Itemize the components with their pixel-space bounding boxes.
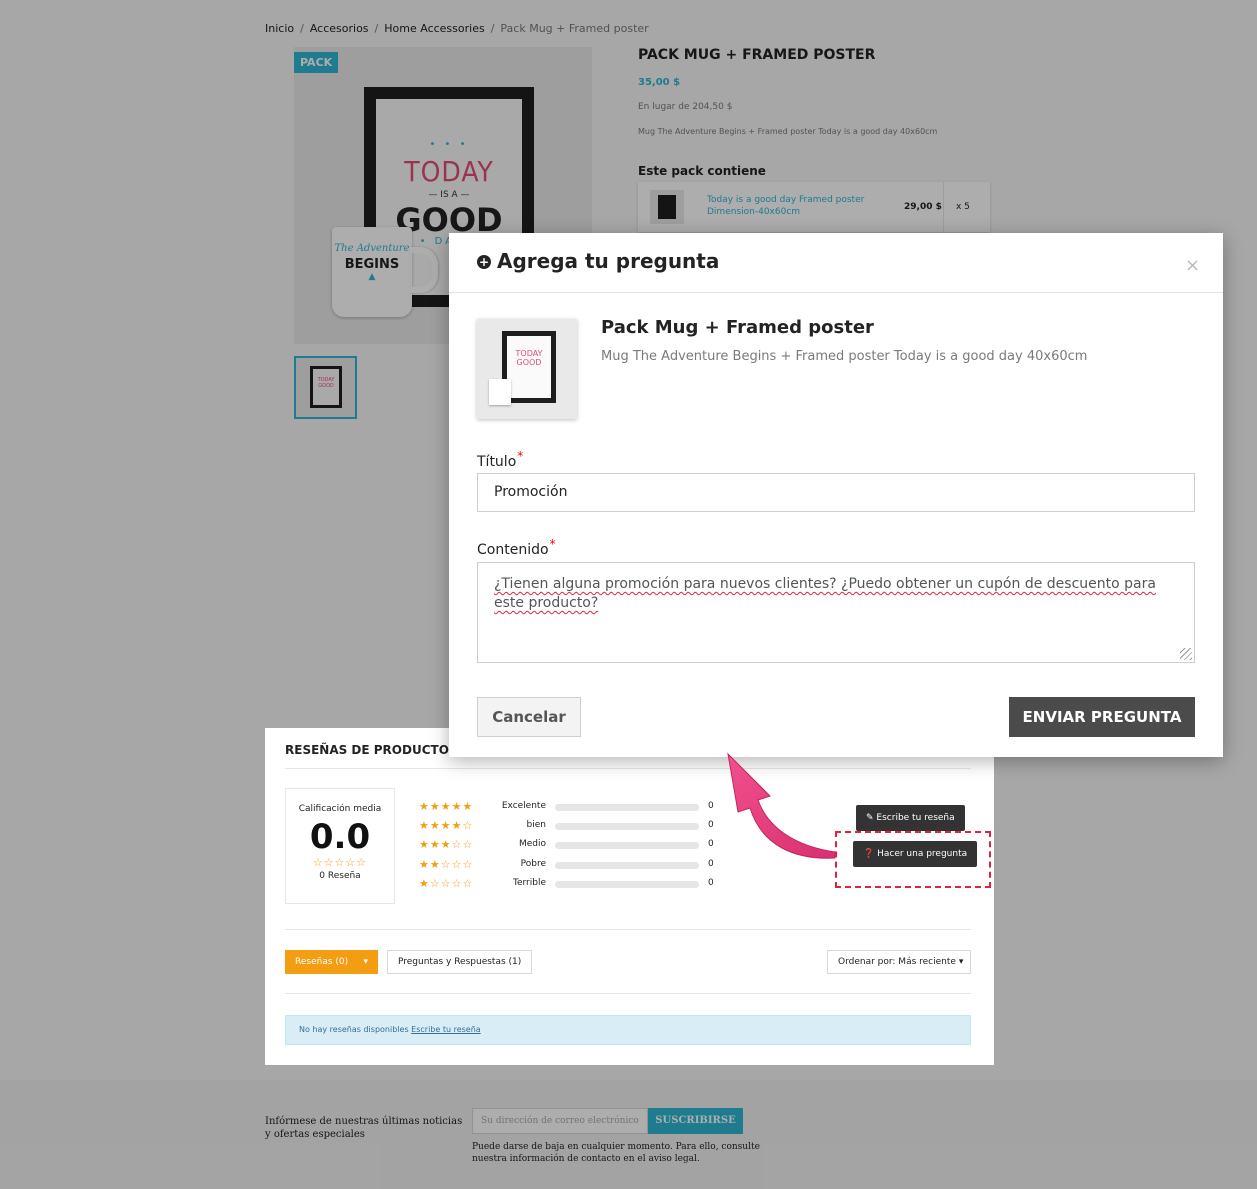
rating-label: Excelente xyxy=(501,801,546,811)
cancel-button[interactable]: Cancelar xyxy=(477,697,581,737)
rating-breakdown: ★★★★★ Excelente 0 ★★★★☆ bien 0 ★★★☆☆ Med… xyxy=(415,800,725,896)
rating-row-1[interactable]: ★☆☆☆☆ Terrible 0 xyxy=(415,877,725,896)
rating-bar xyxy=(555,880,699,888)
caret-down-icon: ▾ xyxy=(958,957,964,967)
resize-handle[interactable] xyxy=(1180,648,1192,660)
modal-header: + Agrega tu pregunta × xyxy=(449,233,1223,293)
rating-row-4[interactable]: ★★★★☆ bien 0 xyxy=(415,819,725,838)
no-reviews-text: No hay reseñas disponibles xyxy=(299,1025,409,1034)
required-asterisk: * xyxy=(549,537,556,551)
rating-label: Pobre xyxy=(520,858,546,869)
ask-question-modal: + Agrega tu pregunta × TODAY GOOD Pack Mug… xyxy=(449,233,1223,757)
tab-reviews[interactable]: Reseñas (0) ▾ xyxy=(285,950,378,974)
title-input[interactable]: Promoción xyxy=(477,473,1195,512)
caret-down-icon: ▾ xyxy=(363,957,368,967)
stars-icon: ★☆☆☆☆ xyxy=(419,876,474,890)
rating-label: Medio xyxy=(518,839,546,850)
question-circle-icon: ❓ xyxy=(863,849,875,859)
modal-product-description: Mug The Adventure Begins + Framed poster… xyxy=(601,349,1088,364)
rating-bar xyxy=(555,842,699,850)
required-asterisk: * xyxy=(517,449,524,463)
stars-icon: ★★★★★ xyxy=(419,800,474,813)
modal-product-name: Pack Mug + Framed poster xyxy=(601,317,874,338)
rating-row-5[interactable]: ★★★★★ Excelente 0 xyxy=(415,800,725,819)
curved-arrow-annotation xyxy=(727,752,836,859)
title-label: Título* xyxy=(477,449,524,470)
average-label: Calificación media xyxy=(298,804,382,814)
pencil-icon: ✎ xyxy=(866,813,874,823)
rating-row-3[interactable]: ★★★☆☆ Medio 0 xyxy=(415,838,725,857)
average-rating-box: Calificación media 0.0 ☆☆☆☆☆ 0 Reseña xyxy=(285,788,395,904)
rating-row-2[interactable]: ★★☆☆☆ Pobre 0 xyxy=(415,858,725,877)
write-review-link[interactable]: Escribe tu reseña xyxy=(411,1025,481,1034)
rating-label: bien xyxy=(526,820,546,831)
rating-bar xyxy=(555,804,699,811)
modal-product-image: TODAY GOOD xyxy=(477,319,577,419)
content-textarea[interactable]: ¿Tienen alguna promoción para nuevos cli… xyxy=(477,562,1195,663)
tab-questions-answers[interactable]: Preguntas y Respuestas (1) xyxy=(387,950,533,974)
rating-label: Terrible xyxy=(513,877,546,888)
modal-title: + Agrega tu pregunta xyxy=(477,249,720,273)
average-value: 0.0 xyxy=(309,817,371,857)
no-reviews-alert: No hay reseñas disponibles Escribe tu re… xyxy=(285,1015,971,1045)
stars-icon: ★★★★☆ xyxy=(419,819,474,833)
content-label: Contenido* xyxy=(477,537,556,558)
ask-question-button[interactable]: ❓ Hacer una pregunta xyxy=(853,841,978,867)
rating-bar xyxy=(555,823,699,831)
write-review-button[interactable]: ✎ Escribe tu reseña xyxy=(856,805,965,831)
stars-icon: ★★★☆☆ xyxy=(419,838,474,852)
rating-bar xyxy=(555,861,699,869)
review-count: 0 Reseña xyxy=(319,871,361,881)
reviews-panel: RESEÑAS DE PRODUCTOS / Q Calificación me… xyxy=(265,728,994,1065)
close-icon[interactable]: × xyxy=(1185,255,1200,276)
sort-dropdown[interactable]: Ordenar por: Más reciente ▾ xyxy=(827,950,971,974)
rating-count: 0 xyxy=(708,877,714,888)
submit-question-button[interactable]: ENVIAR PREGUNTA xyxy=(1009,697,1195,737)
plus-circle-icon: + xyxy=(477,255,491,269)
average-stars-icon: ☆☆☆☆☆ xyxy=(312,856,368,869)
stars-icon: ★★☆☆☆ xyxy=(419,857,474,871)
